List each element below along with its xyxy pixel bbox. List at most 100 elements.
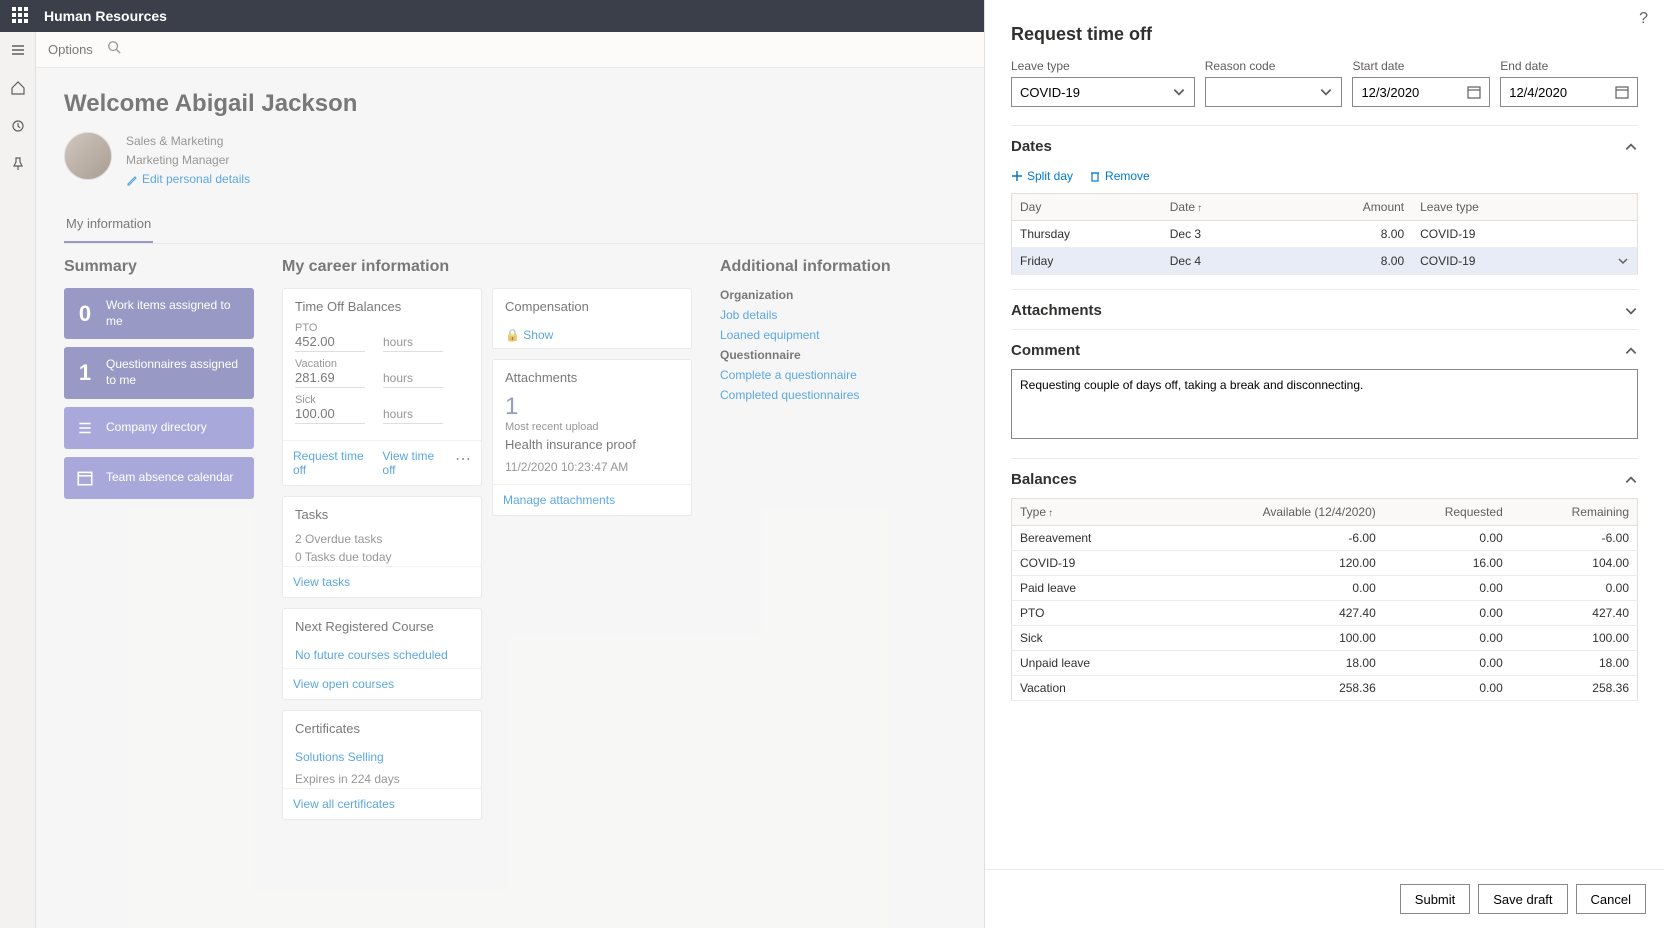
cell-day: Thursday [1012,221,1162,248]
start-date-input[interactable]: 12/3/2020 [1352,77,1490,107]
career-column: My career information Time Off Balances … [282,258,692,830]
col-remaining[interactable]: Remaining [1511,499,1638,526]
attachments-section-header[interactable]: Attachments [1011,289,1638,329]
cell-leave-type[interactable]: COVID-19 [1412,221,1637,248]
menu-icon[interactable] [6,38,30,62]
home-icon[interactable] [6,76,30,100]
loaned-link[interactable]: Loaned equipment [720,328,900,342]
table-row: Vacation 258.36 0.00 258.36 [1012,676,1638,701]
reason-select[interactable] [1205,77,1343,107]
comment-heading: Comment [1011,342,1080,359]
chevron-up-icon [1624,140,1638,154]
chevron-down-icon [1624,304,1638,318]
cert-name[interactable]: Solutions Selling [283,744,481,770]
remove-button[interactable]: Remove [1089,169,1150,183]
left-rail [0,32,36,928]
card-time-off: Time Off Balances PTO452.00hours Vacatio… [282,288,482,486]
submit-button[interactable]: Submit [1400,884,1470,914]
manage-attach-link[interactable]: Manage attachments [503,493,615,507]
more-icon[interactable]: ⋯ [455,449,471,477]
dates-section-header[interactable]: Dates [1011,125,1638,165]
recent-upload-time: 11/2/2020 10:23:47 AM [493,456,691,484]
cell-requested: 0.00 [1384,601,1511,626]
tile-work-items[interactable]: 0 Work items assigned to me [64,288,254,339]
table-row: Bereavement -6.00 0.00 -6.00 [1012,526,1638,551]
cell-type: Bereavement [1012,526,1163,551]
view-tasks-link[interactable]: View tasks [293,575,350,589]
summary-column: Summary 0 Work items assigned to me 1 Qu… [64,258,254,830]
remove-label: Remove [1105,169,1150,183]
cell-type: Paid leave [1012,576,1163,601]
comment-textarea[interactable] [1011,369,1638,439]
options-button[interactable]: Options [48,42,93,57]
tile-questionnaires[interactable]: 1 Questionnaires assigned to me [64,347,254,398]
edit-personal-link[interactable]: Edit personal details [126,170,250,189]
col-requested[interactable]: Requested [1384,499,1511,526]
start-value: 12/3/2020 [1361,85,1419,100]
col-leave-type[interactable]: Leave type [1412,194,1637,221]
cell-leave-type[interactable]: COVID-19 [1412,248,1637,275]
view-certs-link[interactable]: View all certificates [293,797,395,811]
save-draft-button[interactable]: Save draft [1478,884,1567,914]
col-date[interactable]: Date↑ [1162,194,1312,221]
col-type[interactable]: Type↑ [1012,499,1163,526]
panel-title: Request time off [985,0,1664,59]
waffle-icon[interactable] [12,7,30,25]
org-heading: Organization [720,288,900,302]
view-courses-link[interactable]: View open courses [293,677,394,691]
cell-type: Unpaid leave [1012,651,1163,676]
pinned-icon[interactable] [6,152,30,176]
col-available[interactable]: Available (12/4/2020) [1162,499,1384,526]
cell-requested: 0.00 [1384,526,1511,551]
app-title: Human Resources [44,8,167,24]
cell-type: Sick [1012,626,1163,651]
table-row[interactable]: Thursday Dec 3 8.00 COVID-19 [1012,221,1638,248]
split-day-button[interactable]: Split day [1011,169,1073,183]
balances-section-header[interactable]: Balances [1011,458,1638,498]
leave-type-select[interactable]: COVID-19 [1011,77,1195,107]
leave-type-label: Leave type [1011,59,1195,73]
cell-requested: 16.00 [1384,551,1511,576]
chevron-down-icon [1172,85,1186,99]
split-label: Split day [1027,169,1073,183]
completed-quest-link[interactable]: Completed questionnaires [720,388,900,402]
tile-team-absence[interactable]: Team absence calendar [64,457,254,499]
tile-label: Work items assigned to me [106,298,242,329]
balance-value: 452.00 [295,334,365,352]
chevron-up-icon [1624,473,1638,487]
card-certificates: Certificates Solutions Selling Expires i… [282,710,482,820]
tab-my-information[interactable]: My information [64,210,153,243]
filter-icon[interactable] [107,40,121,59]
tile-company-directory[interactable]: Company directory [64,407,254,449]
cell-amount: 8.00 [1312,248,1412,275]
table-row: Paid leave 0.00 0.00 0.00 [1012,576,1638,601]
leave-type-value: COVID-19 [1020,85,1080,100]
card-course: Next Registered Course No future courses… [282,608,482,700]
end-label: End date [1500,59,1638,73]
cell-remaining: 100.00 [1511,626,1638,651]
help-icon[interactable]: ? [1639,10,1648,28]
end-date-input[interactable]: 12/4/2020 [1500,77,1638,107]
recent-icon[interactable] [6,114,30,138]
complete-quest-link[interactable]: Complete a questionnaire [720,368,900,382]
cell-available: 18.00 [1162,651,1384,676]
recent-upload-name: Health insurance proof [493,433,691,456]
table-row[interactable]: Friday Dec 4 8.00 COVID-19 [1012,248,1638,275]
job-details-link[interactable]: Job details [720,308,900,322]
comment-section-header[interactable]: Comment [1011,329,1638,369]
show-comp-link[interactable]: 🔒 Show [493,322,691,348]
tile-count: 1 [76,360,94,386]
request-time-off-link[interactable]: Request time off [293,449,370,477]
view-time-off-link[interactable]: View time off [382,449,443,477]
card-title: Attachments [493,360,691,393]
balances-table: Type↑ Available (12/4/2020) Requested Re… [1011,498,1638,701]
calendar-icon [1467,85,1481,99]
balance-unit: hours [383,371,443,388]
card-title: Tasks [283,497,481,530]
col-amount[interactable]: Amount [1312,194,1412,221]
cancel-button[interactable]: Cancel [1576,884,1646,914]
career-heading: My career information [282,258,692,276]
chevron-up-icon [1624,344,1638,358]
col-day[interactable]: Day [1012,194,1162,221]
cert-expires: Expires in 224 days [283,770,481,788]
